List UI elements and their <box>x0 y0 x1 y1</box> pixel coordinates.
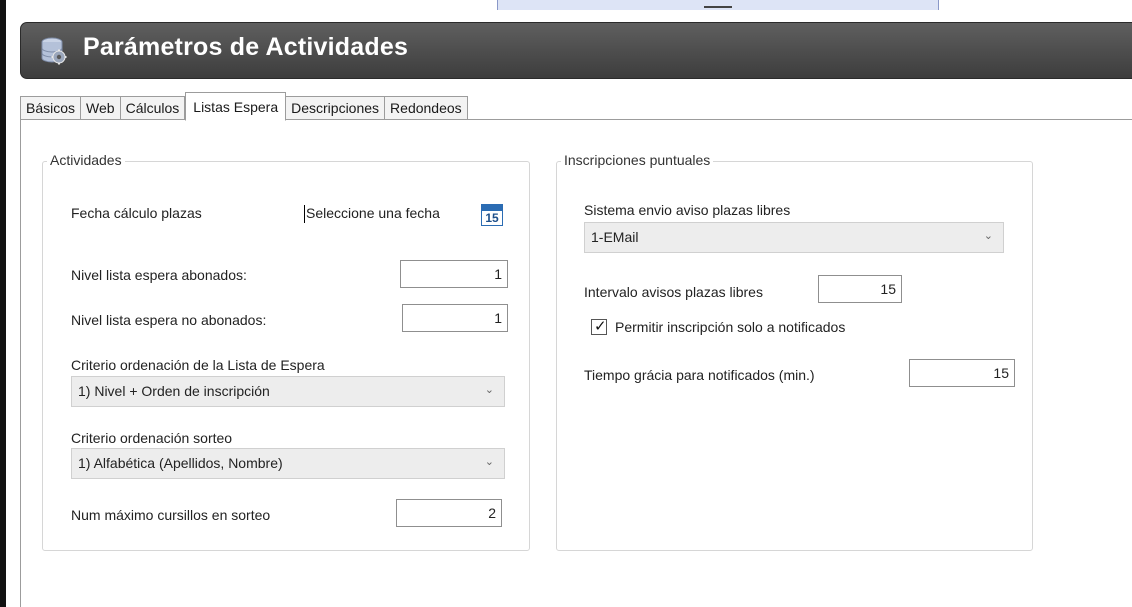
criterio-sorteo-label: Criterio ordenación sorteo <box>71 430 233 446</box>
num-maximo-label: Num máximo cursillos en sorteo <box>71 507 271 523</box>
criterio-sorteo-value: 1) Alfabética (Apellidos, Nombre) <box>78 455 283 471</box>
tab-descripciones[interactable]: Descripciones <box>286 96 386 120</box>
tab-web[interactable]: Web <box>81 96 121 120</box>
text-caret <box>304 205 305 223</box>
inscripciones-group: Inscripciones puntuales Sistema envio av… <box>556 152 1033 551</box>
tab-content-listas-espera: Actividades Fecha cálculo plazas Selecci… <box>20 119 1132 607</box>
tab-basicos[interactable]: Básicos <box>20 96 82 120</box>
nivel-abonados-label: Nivel lista espera abonados: <box>71 267 247 283</box>
parametros-window: Parámetros de Actividades Básicos Web Cá… <box>6 10 1132 607</box>
grip-handle-icon[interactable] <box>704 6 732 8</box>
tiempo-gracia-input[interactable]: 15 <box>909 359 1015 387</box>
actividades-group: Actividades Fecha cálculo plazas Selecci… <box>42 152 530 551</box>
criterio-lista-label: Criterio ordenación de la Lista de Esper… <box>71 357 325 373</box>
sistema-envio-value: 1-EMail <box>591 229 639 245</box>
permitir-inscripcion-checkbox[interactable]: ✓ <box>591 318 607 335</box>
window-title: Parámetros de Actividades <box>83 33 409 61</box>
actividades-legend: Actividades <box>47 152 125 168</box>
tiempo-gracia-label: Tiempo grácia para notificados (min.) <box>584 367 815 383</box>
tab-strip: Básicos Web Cálculos Listas Espera Descr… <box>20 90 468 121</box>
sistema-envio-select[interactable]: 1-EMail ⌄ <box>584 222 1004 253</box>
intervalo-avisos-input[interactable]: 15 <box>818 275 902 303</box>
nivel-abonados-input[interactable]: 1 <box>400 260 508 288</box>
database-gear-icon <box>41 37 67 65</box>
criterio-sorteo-select[interactable]: 1) Alfabética (Apellidos, Nombre) ⌄ <box>71 448 505 479</box>
chevron-down-icon: ⌄ <box>983 230 993 242</box>
sistema-envio-label: Sistema envio aviso plazas libres <box>584 202 791 218</box>
inscripciones-legend: Inscripciones puntuales <box>561 152 714 168</box>
chevron-down-icon: ⌄ <box>484 384 494 396</box>
calendar-icon[interactable]: 15 <box>481 204 503 226</box>
tab-listas-espera[interactable]: Listas Espera <box>185 92 287 121</box>
num-maximo-input[interactable]: 2 <box>396 499 502 527</box>
nivel-no-abonados-input[interactable]: 1 <box>402 304 508 332</box>
tab-calculos[interactable]: Cálculos <box>120 96 186 120</box>
permitir-inscripcion-label[interactable]: Permitir inscripción solo a notificados <box>615 319 845 335</box>
tab-redondeos[interactable]: Redondeos <box>385 96 468 120</box>
chevron-down-icon: ⌄ <box>484 456 494 468</box>
criterio-lista-select[interactable]: 1) Nivel + Orden de inscripción ⌄ <box>71 376 505 407</box>
checkmark-icon: ✓ <box>594 318 607 335</box>
fecha-calculo-input[interactable]: Seleccione una fecha <box>306 205 440 221</box>
criterio-lista-value: 1) Nivel + Orden de inscripción <box>78 383 270 399</box>
fecha-calculo-label: Fecha cálculo plazas <box>71 205 202 221</box>
title-bar: Parámetros de Actividades <box>20 22 1132 79</box>
nivel-no-abonados-label: Nivel lista espera no abonados: <box>71 312 267 328</box>
intervalo-avisos-label: Intervalo avisos plazas libres <box>584 284 763 300</box>
